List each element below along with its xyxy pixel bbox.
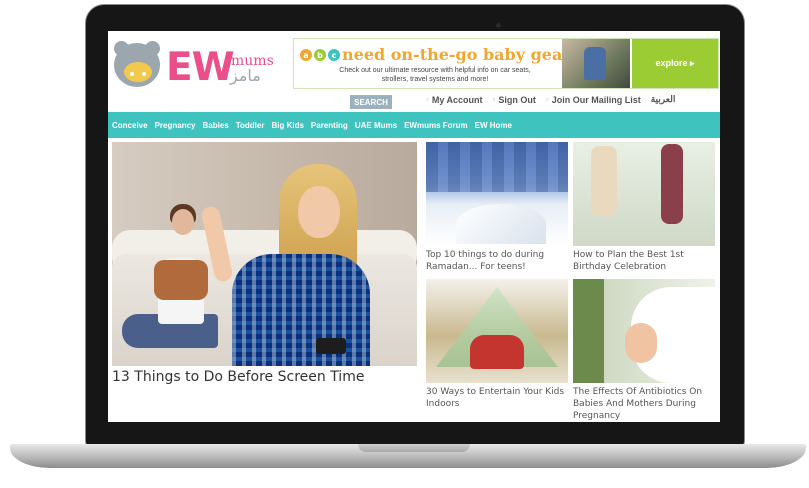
nav-item-babies[interactable]: Babies xyxy=(202,121,228,130)
hero-phone xyxy=(316,338,346,354)
ad-headline: need on-the-go baby gear? xyxy=(342,45,581,64)
ad-body: Check out our ultimate resource with hel… xyxy=(339,67,531,84)
nav-item-uae-mums[interactable]: UAE Mums xyxy=(355,121,397,130)
my-account-label: My Account xyxy=(431,94,483,105)
ad-badge: c xyxy=(328,49,340,61)
bear-eye xyxy=(130,72,134,76)
sign-out-label: Sign Out xyxy=(498,94,536,105)
hero-article-title[interactable]: 13 Things to Do Before Screen Time xyxy=(112,369,364,385)
article-card[interactable]: The Effects Of Antibiotics On Babies And… xyxy=(573,279,715,422)
hero-woman-head xyxy=(172,209,194,235)
language-switch-link[interactable]: العربية xyxy=(651,94,676,105)
hero-image[interactable] xyxy=(112,142,417,366)
nav-item-ew-home[interactable]: EW Home xyxy=(475,121,512,130)
nav-item-ewmums-forum[interactable]: EWmums Forum xyxy=(404,121,468,130)
ad-badges: a b c xyxy=(300,49,340,61)
nav-item-conceive[interactable]: Conceive xyxy=(112,121,148,130)
article-card-image xyxy=(573,142,715,246)
website-screen: EW mums مامز a b c need on-the-go baby g… xyxy=(108,31,720,422)
ad-photo xyxy=(562,39,630,88)
logo-arabic-text: مامز xyxy=(230,66,261,85)
bear-logo-icon xyxy=(114,43,160,87)
article-card[interactable]: 30 Ways to Entertain Your Kids Indoors xyxy=(426,279,568,410)
sign-out-link[interactable]: ▫ Sign Out xyxy=(493,95,536,105)
article-card-image xyxy=(426,279,568,383)
mailing-list-label: Join Our Mailing List xyxy=(551,94,641,105)
bear-face xyxy=(124,62,152,82)
main-nav: Conceive Pregnancy Babies Toddler Big Ki… xyxy=(108,112,720,138)
nav-item-big-kids[interactable]: Big Kids xyxy=(271,121,303,130)
article-card-title[interactable]: 30 Ways to Entertain Your Kids Indoors xyxy=(426,386,568,410)
hero-girl-face xyxy=(298,186,340,238)
article-card-title[interactable]: The Effects Of Antibiotics On Babies And… xyxy=(573,386,715,422)
nav-item-toddler[interactable]: Toddler xyxy=(236,121,265,130)
my-account-link[interactable]: ▫ My Account xyxy=(426,95,483,105)
ad-badge: b xyxy=(314,49,326,61)
hero-woman-vest xyxy=(154,260,208,300)
nav-item-parenting[interactable]: Parenting xyxy=(311,121,348,130)
site-logo[interactable]: EW mums مامز xyxy=(110,37,282,93)
article-card[interactable]: Top 10 things to do during Ramadan... Fo… xyxy=(426,142,568,273)
nav-item-pregnancy[interactable]: Pregnancy xyxy=(155,121,196,130)
logo-brand-text: EW xyxy=(166,45,235,90)
search-button[interactable]: SEARCH xyxy=(350,95,392,109)
article-card-title[interactable]: How to Plan the Best 1st Birthday Celebr… xyxy=(573,249,715,273)
user-links-bar: ▫ My Account ▫ Sign Out ▫ Join Our Maili… xyxy=(426,94,675,105)
bear-eye xyxy=(142,72,146,76)
ad-banner[interactable]: a b c need on-the-go baby gear? Check ou… xyxy=(293,38,719,89)
hero-girl-shirt-pattern xyxy=(232,254,370,366)
sign-out-icon: ▫ xyxy=(492,95,496,104)
camera-icon xyxy=(496,23,501,28)
ad-badge: a xyxy=(300,49,312,61)
article-card[interactable]: How to Plan the Best 1st Birthday Celebr… xyxy=(573,142,715,273)
mail-icon: ▫ xyxy=(545,95,549,104)
mailing-list-link[interactable]: ▫ Join Our Mailing List xyxy=(546,95,641,105)
article-card-image xyxy=(573,279,715,383)
laptop-mockup: EW mums مامز a b c need on-the-go baby g… xyxy=(0,0,809,488)
ad-explore-button[interactable]: explore ▸ xyxy=(632,39,718,88)
user-icon: ▫ xyxy=(426,95,429,104)
article-card-image xyxy=(426,142,568,246)
laptop-notch xyxy=(358,444,470,452)
article-card-title[interactable]: Top 10 things to do during Ramadan... Fo… xyxy=(426,249,568,273)
